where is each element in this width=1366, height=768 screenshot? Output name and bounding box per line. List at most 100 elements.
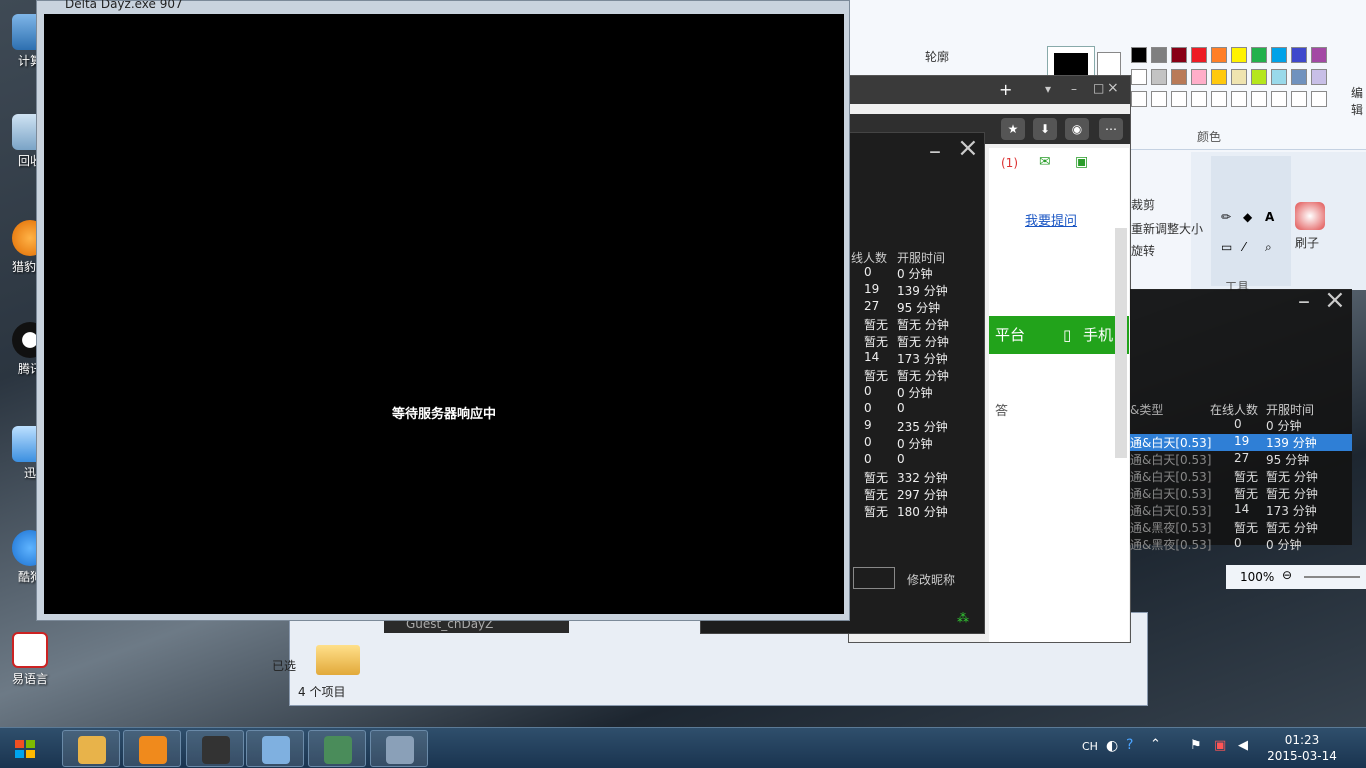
mobile-nav-item[interactable]: 手机 bbox=[1083, 316, 1113, 354]
color2-slot[interactable] bbox=[1097, 52, 1121, 76]
panel-minimize-icon[interactable]: – bbox=[929, 137, 941, 165]
eraser-icon[interactable]: ▭ bbox=[1221, 240, 1232, 254]
palette-swatch[interactable] bbox=[1131, 69, 1147, 85]
explorer-icon bbox=[78, 736, 106, 764]
palette-swatch[interactable] bbox=[1171, 47, 1187, 63]
server-uptime: 暂无 分钟 bbox=[897, 335, 949, 349]
network-icon[interactable]: ▣ bbox=[1214, 738, 1226, 753]
palette-swatch[interactable] bbox=[1151, 47, 1167, 63]
magnifier-icon[interactable]: ⌕ bbox=[1265, 240, 1272, 255]
taskbar-button[interactable] bbox=[62, 730, 120, 767]
new-tab-icon[interactable]: + bbox=[999, 80, 1012, 99]
palette-swatch[interactable] bbox=[1251, 47, 1267, 63]
server-row[interactable]: 通&黑夜[0.53] 暂无 暂无 分钟 bbox=[1130, 519, 1352, 536]
crop-button[interactable]: 裁剪 bbox=[1131, 196, 1155, 213]
download-icon[interactable]: ⬇ bbox=[1033, 118, 1057, 140]
palette-custom-swatch[interactable] bbox=[1291, 91, 1307, 107]
palette-swatch[interactable] bbox=[1231, 69, 1247, 85]
zoom-out-icon[interactable]: ⊖ bbox=[1282, 568, 1292, 582]
more-menu-icon[interactable]: ⋯ bbox=[1099, 118, 1123, 140]
palette-swatch[interactable] bbox=[1291, 47, 1307, 63]
text-tool-icon[interactable]: A bbox=[1265, 210, 1274, 224]
favorites-star-icon[interactable]: ★ bbox=[1001, 118, 1025, 140]
start-button[interactable] bbox=[3, 730, 47, 768]
palette-swatch[interactable] bbox=[1251, 69, 1267, 85]
taskbar-button[interactable] bbox=[370, 730, 428, 767]
color-picker-icon[interactable]: ⁄ bbox=[1243, 240, 1245, 254]
palette-swatch[interactable] bbox=[1131, 47, 1147, 63]
keyboard-icon[interactable]: ◐ bbox=[1106, 738, 1118, 754]
server-row[interactable]: 通&白天[0.53] 19 139 分钟 bbox=[1130, 434, 1352, 451]
palette-custom-swatch[interactable] bbox=[1191, 91, 1207, 107]
palette-custom-swatch[interactable] bbox=[1271, 91, 1287, 107]
type-header: &类型 bbox=[1130, 403, 1164, 417]
volume-icon[interactable]: ◀ bbox=[1238, 738, 1248, 753]
folder-icon[interactable] bbox=[316, 645, 360, 675]
palette-swatch[interactable] bbox=[1211, 47, 1227, 63]
server-name: 通&白天[0.53] bbox=[1130, 453, 1212, 467]
outline-dropdown[interactable]: 轮廓 bbox=[925, 48, 949, 65]
server-online-count: 0 bbox=[864, 435, 872, 449]
panel-close-icon[interactable]: × bbox=[957, 133, 979, 163]
palette-custom-swatch[interactable] bbox=[1311, 91, 1327, 107]
change-nickname-button[interactable]: 修改昵称 bbox=[907, 571, 955, 588]
edit-colors-label[interactable]: 编辑 bbox=[1351, 84, 1366, 118]
palette-custom-swatch[interactable] bbox=[1251, 91, 1267, 107]
nickname-input[interactable] bbox=[853, 567, 895, 589]
server-row[interactable]: 通&白天[0.53] 暂无 暂无 分钟 bbox=[1130, 485, 1352, 502]
taskbar-button[interactable] bbox=[186, 730, 244, 767]
palette-swatch[interactable] bbox=[1151, 69, 1167, 85]
fill-icon[interactable]: ◆ bbox=[1243, 210, 1252, 224]
server-row[interactable]: 0 0 分钟 bbox=[1130, 417, 1352, 434]
palette-swatch[interactable] bbox=[1271, 69, 1287, 85]
palette-swatch[interactable] bbox=[1311, 47, 1327, 63]
palette-swatch[interactable] bbox=[1211, 69, 1227, 85]
desktop-icon-yiyuyan[interactable]: 易语言 bbox=[6, 632, 54, 687]
palette-swatch[interactable] bbox=[1171, 69, 1187, 85]
palette-swatch[interactable] bbox=[1191, 47, 1207, 63]
action-center-icon[interactable]: ⚑ bbox=[1190, 738, 1202, 753]
server-uptime: 0 bbox=[897, 452, 905, 466]
server-row[interactable]: 通&白天[0.53] 27 95 分钟 bbox=[1130, 451, 1352, 468]
skin-icon[interactable]: ▾ bbox=[1045, 82, 1051, 96]
taskbar-button[interactable] bbox=[246, 730, 304, 767]
palette-custom-swatch[interactable] bbox=[1231, 91, 1247, 107]
ask-question-link[interactable]: 我要提问 bbox=[1025, 210, 1077, 229]
palette-custom-swatch[interactable] bbox=[1171, 91, 1187, 107]
tray-expand-icon[interactable]: ⌃ bbox=[1150, 737, 1161, 752]
browser-scrollbar[interactable] bbox=[1115, 228, 1127, 458]
palette-swatch[interactable] bbox=[1231, 47, 1247, 63]
pencil-icon[interactable]: ✏ bbox=[1221, 210, 1231, 224]
game-screen[interactable]: 等待服务器响应中 bbox=[44, 14, 844, 614]
help-icon[interactable]: ? bbox=[1126, 737, 1133, 753]
server-row[interactable]: 通&黑夜[0.53] 0 0 分钟 bbox=[1130, 536, 1352, 553]
zoom-slider[interactable] bbox=[1304, 576, 1360, 578]
palette-custom-swatch[interactable] bbox=[1151, 91, 1167, 107]
taskbar-button[interactable] bbox=[123, 730, 181, 767]
palette-swatch[interactable] bbox=[1191, 69, 1207, 85]
maximize-icon[interactable]: □ bbox=[1093, 81, 1104, 95]
server-row[interactable]: 通&白天[0.53] 14 173 分钟 bbox=[1130, 502, 1352, 519]
system-clock[interactable]: 01:23 2015-03-14 bbox=[1262, 732, 1342, 764]
taskbar-button[interactable] bbox=[308, 730, 366, 767]
cart-icon[interactable]: ▣ bbox=[1075, 154, 1088, 170]
palette-custom-swatch[interactable] bbox=[1211, 91, 1227, 107]
platform-nav-item[interactable]: 平台 bbox=[995, 316, 1025, 354]
language-indicator[interactable]: CH bbox=[1082, 740, 1098, 753]
panel2-close-icon[interactable]: × bbox=[1324, 285, 1346, 315]
palette-swatch[interactable] bbox=[1291, 69, 1307, 85]
palette-swatch[interactable] bbox=[1311, 69, 1327, 85]
gamepad-icon[interactable]: ◉ bbox=[1065, 118, 1089, 140]
mail-icon[interactable]: ✉ bbox=[1039, 154, 1051, 170]
panel2-minimize-icon[interactable]: – bbox=[1298, 287, 1310, 315]
server-uptime: 暂无 分钟 bbox=[1266, 487, 1318, 501]
close-icon[interactable]: × bbox=[1107, 80, 1119, 96]
palette-custom-swatch[interactable] bbox=[1131, 91, 1147, 107]
palette-swatch[interactable] bbox=[1271, 47, 1287, 63]
brush-icon[interactable] bbox=[1295, 202, 1325, 230]
rotate-button[interactable]: 旋转 bbox=[1131, 242, 1155, 259]
minimize-icon[interactable]: – bbox=[1071, 82, 1077, 96]
resize-button[interactable]: 重新调整大小 bbox=[1131, 220, 1203, 237]
notification-badge[interactable]: (1) bbox=[1001, 156, 1018, 170]
server-row[interactable]: 通&白天[0.53] 暂无 暂无 分钟 bbox=[1130, 468, 1352, 485]
